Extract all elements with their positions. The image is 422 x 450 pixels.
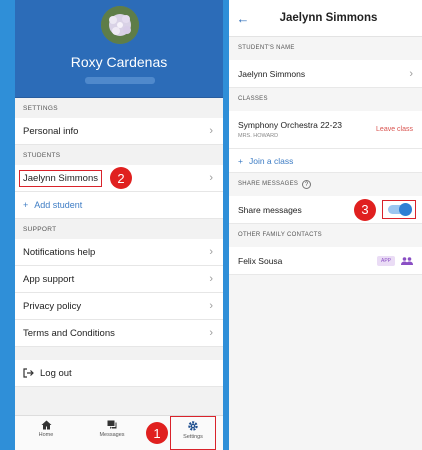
join-class-label: Join a class bbox=[248, 155, 294, 166]
toggle-knob bbox=[399, 203, 412, 216]
add-student-button[interactable]: + Add student bbox=[15, 192, 223, 219]
share-messages-label: Share messages bbox=[238, 204, 302, 215]
row-label: Personal info bbox=[23, 125, 79, 137]
row-student-jaelynn[interactable]: Jaelynn Simmons 2 › bbox=[15, 165, 223, 192]
row-label: Notifications help bbox=[23, 246, 96, 258]
contact-name: Felix Sousa bbox=[238, 255, 283, 266]
bottom-tab-bar: Home Messages 1 Settings bbox=[15, 415, 223, 450]
plus-icon: + bbox=[238, 155, 243, 166]
chevron-right-icon: › bbox=[209, 327, 213, 339]
chevron-right-icon: › bbox=[209, 125, 213, 137]
row-class: Symphony Orchestra 22-23 MRS. HOWARD Lea… bbox=[229, 111, 422, 149]
share-messages-section-label: SHARE MESSAGES bbox=[238, 181, 299, 187]
tab-home[interactable]: Home bbox=[21, 420, 71, 438]
plus-icon: + bbox=[23, 200, 29, 210]
row-app-support[interactable]: App support › bbox=[15, 266, 223, 293]
section-label-support: SUPPORT bbox=[23, 226, 57, 233]
tab-settings-label: Settings bbox=[183, 434, 203, 440]
step-badge-2: 2 bbox=[109, 167, 132, 189]
back-arrow-icon[interactable]: ← bbox=[229, 11, 257, 26]
section-label-classes: CLASSES bbox=[238, 96, 268, 102]
chevron-right-icon: › bbox=[209, 172, 213, 184]
section-label-other-contacts: OTHER FAMILY CONTACTS bbox=[238, 232, 322, 238]
app-badge: APP bbox=[376, 255, 395, 266]
share-messages-toggle-highlight bbox=[382, 200, 416, 219]
student-name-label: Jaelynn Simmons bbox=[19, 169, 102, 187]
student-detail-panel: ← Jaelynn Simmons STUDENT'S NAME Jaelynn… bbox=[229, 0, 422, 450]
logout-icon bbox=[23, 368, 34, 378]
detail-header: ← Jaelynn Simmons bbox=[229, 0, 422, 37]
student-name-value: Jaelynn Simmons bbox=[238, 68, 306, 79]
row-notifications-help[interactable]: Notifications help › bbox=[15, 239, 223, 266]
join-class-button[interactable]: + Join a class bbox=[229, 149, 422, 173]
row-student-name[interactable]: Jaelynn Simmons › bbox=[229, 60, 422, 88]
avatar[interactable] bbox=[101, 6, 139, 44]
chevron-right-icon: › bbox=[209, 273, 213, 285]
chevron-right-icon: › bbox=[209, 300, 213, 312]
share-messages-toggle[interactable] bbox=[388, 203, 412, 216]
leave-class-button[interactable]: Leave class bbox=[376, 126, 413, 133]
logout-label: Log out bbox=[40, 367, 72, 379]
tab-home-label: Home bbox=[38, 432, 54, 438]
section-label-students-name: STUDENT'S NAME bbox=[238, 45, 295, 51]
row-share-messages: Share messages 3 bbox=[229, 196, 422, 224]
messages-icon bbox=[107, 420, 116, 429]
tab-messages-label: Messages bbox=[99, 432, 125, 438]
settings-panel: Roxy Cardenas SETTINGS Personal info › S… bbox=[15, 0, 223, 450]
step-badge-1: 1 bbox=[146, 422, 168, 444]
section-label-share-messages: SHARE MESSAGES ? bbox=[229, 173, 422, 196]
row-contact-felix[interactable]: Felix Sousa APP bbox=[229, 247, 422, 275]
tab-settings[interactable]: Settings bbox=[170, 416, 216, 450]
add-student-label: Add student bbox=[34, 200, 83, 210]
chevron-right-icon: › bbox=[209, 246, 213, 258]
section-label-settings: SETTINGS bbox=[23, 105, 58, 112]
gear-icon bbox=[188, 421, 198, 431]
home-icon bbox=[41, 420, 51, 430]
class-teacher: MRS. HOWARD bbox=[238, 133, 279, 139]
row-label: App support bbox=[23, 273, 75, 285]
row-personal-info[interactable]: Personal info › bbox=[15, 118, 223, 145]
people-icon bbox=[401, 256, 413, 265]
help-icon[interactable]: ? bbox=[302, 180, 312, 189]
row-terms-and-conditions[interactable]: Terms and Conditions › bbox=[15, 320, 223, 347]
profile-header: Roxy Cardenas bbox=[15, 0, 223, 98]
row-privacy-policy[interactable]: Privacy policy › bbox=[15, 293, 223, 320]
page-title: Jaelynn Simmons bbox=[279, 12, 378, 24]
profile-name: Roxy Cardenas bbox=[70, 54, 168, 70]
step-badge-3: 3 bbox=[354, 198, 376, 221]
chevron-right-icon: › bbox=[409, 67, 413, 80]
profile-email-redacted bbox=[85, 77, 155, 84]
logout-button[interactable]: Log out bbox=[15, 360, 223, 387]
tab-messages[interactable]: Messages bbox=[87, 420, 137, 438]
row-label: Terms and Conditions bbox=[23, 327, 115, 339]
row-label: Privacy policy bbox=[23, 300, 82, 312]
section-label-students: STUDENTS bbox=[23, 152, 61, 159]
class-name: Symphony Orchestra 22-23 bbox=[238, 120, 342, 130]
